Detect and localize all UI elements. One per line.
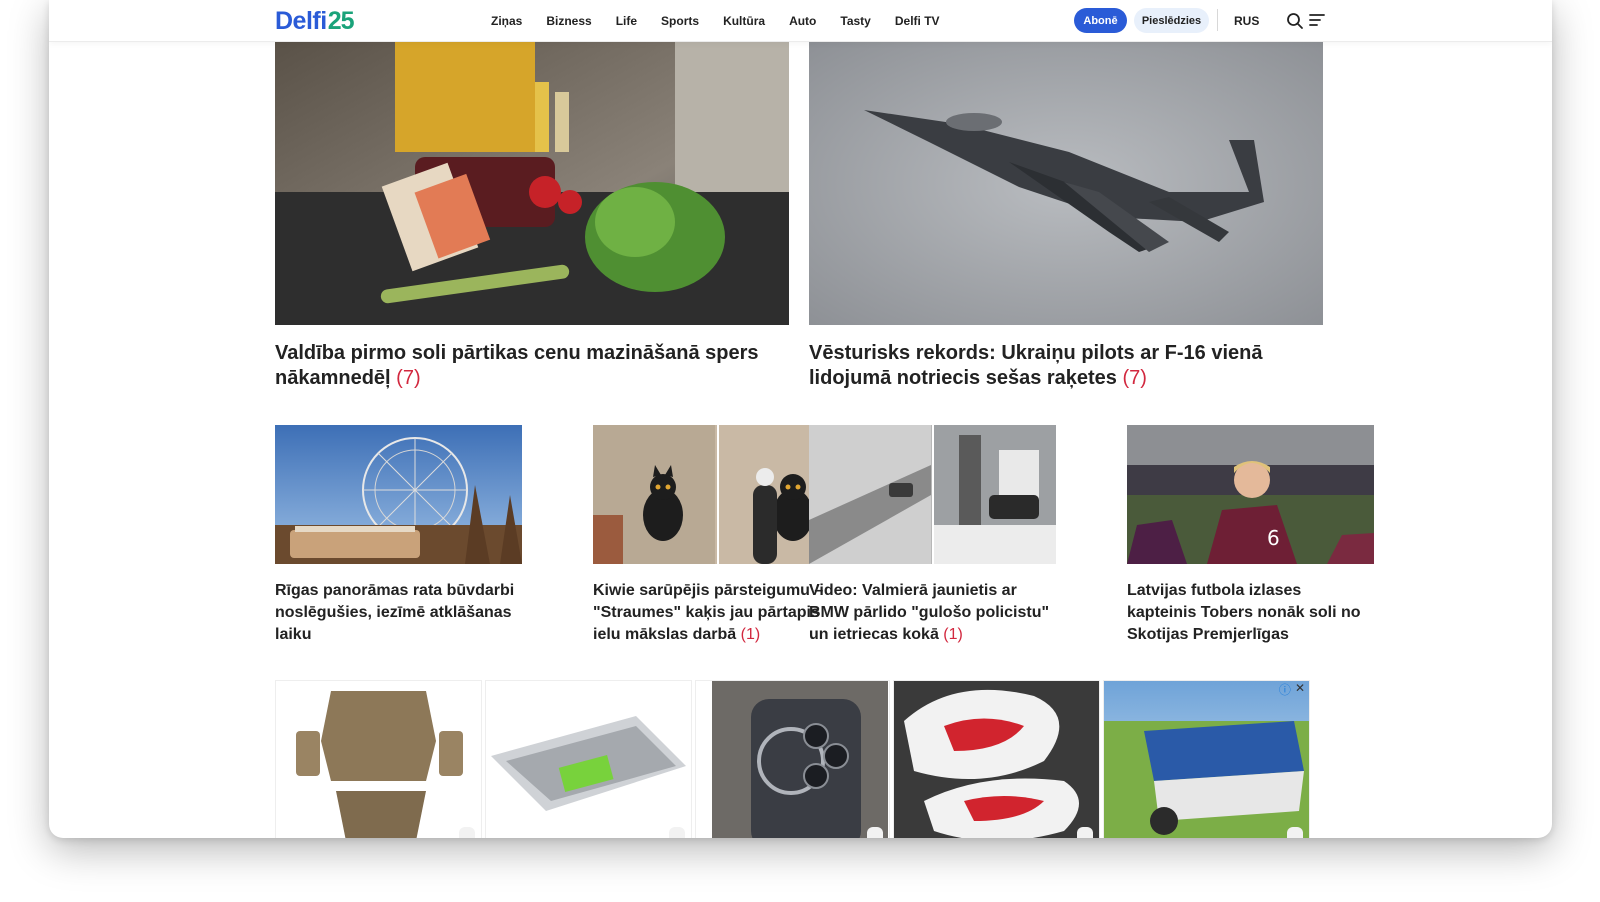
header-divider — [1217, 9, 1218, 31]
featured-image-f16[interactable] — [809, 42, 1323, 325]
menu-icon[interactable] — [1309, 12, 1325, 28]
article-title-text-2: Kiwie sarūpējis pārsteigumu – "Straumes"… — [593, 582, 824, 643]
ad-tile-shoe-insoles[interactable]: ​ — [893, 680, 1100, 838]
nav-item-bizness[interactable]: Bizness — [546, 14, 591, 28]
ad-price-tag: ​ — [1077, 827, 1093, 838]
svg-text:6: 6 — [1267, 526, 1280, 550]
nav-item-auto[interactable]: Auto — [789, 14, 816, 28]
info-icon[interactable]: ⓘ — [1279, 681, 1291, 698]
nav-item-life[interactable]: Life — [616, 14, 637, 28]
delfi-logo[interactable]: Delfi 25 — [275, 7, 354, 35]
nav-item-zinas[interactable]: Ziņas — [491, 14, 522, 28]
browser-window: Delfi 25 Ziņas Bizness Life Sports Kultū… — [49, 0, 1552, 838]
article-image-cat-mural[interactable] — [593, 425, 840, 564]
article-image-bmw-crash[interactable] — [809, 425, 1056, 564]
featured-article-title-2[interactable]: Vēsturisks rekords: Ukraiņu pilots ar F-… — [809, 341, 1319, 391]
main-nav: Ziņas Bizness Life Sports Kultūra Auto T… — [491, 0, 964, 42]
ad-price-tag: ​ — [1287, 827, 1303, 838]
featured-article-title-1[interactable]: Valdība pirmo soli pārtikas cenu mazināš… — [275, 341, 775, 391]
article-title-3[interactable]: Video: Valmierā jaunietis ar BMW pārlido… — [809, 580, 1055, 646]
ad-tile-vise[interactable]: ​ — [485, 680, 692, 838]
ad-tile-trailer[interactable]: ⓘ ✕ ​ — [1103, 680, 1310, 838]
article-title-2[interactable]: Kiwie sarūpējis pārsteigumu – "Straumes"… — [593, 580, 839, 646]
logo-text: Delfi — [275, 6, 327, 35]
nav-item-kultura[interactable]: Kultūra — [723, 14, 765, 28]
nav-item-delfi-tv[interactable]: Delfi TV — [895, 14, 940, 28]
ad-strip: ​ ​ ​ — [275, 680, 1327, 838]
ad-price-tag: ​ — [669, 827, 685, 838]
featured-title-text-2: Vēsturisks rekords: Ukraiņu pilots ar F-… — [809, 342, 1263, 389]
nav-item-tasty[interactable]: Tasty — [840, 14, 870, 28]
article-comment-count-2[interactable]: (1) — [741, 626, 761, 643]
featured-comment-count-2[interactable]: (7) — [1123, 367, 1147, 389]
search-icon[interactable] — [1286, 12, 1304, 30]
login-button[interactable]: Pieslēdzies — [1134, 8, 1209, 33]
article-title-text-1: Rīgas panorāmas rata būvdarbi noslēgušie… — [275, 582, 515, 643]
subscribe-button[interactable]: Abonē — [1074, 8, 1127, 33]
article-image-footballer[interactable]: 6 — [1127, 425, 1374, 564]
ad-tile-armor[interactable]: ​ — [275, 680, 482, 838]
site-header: Delfi 25 Ziņas Bizness Life Sports Kultū… — [49, 0, 1552, 42]
featured-comment-count-1[interactable]: (7) — [396, 367, 420, 389]
article-image-ferris-wheel[interactable] — [275, 425, 522, 564]
nav-item-sports[interactable]: Sports — [661, 14, 699, 28]
language-switch[interactable]: RUS — [1234, 14, 1259, 28]
article-title-4[interactable]: Latvijas futbola izlases kapteinis Tober… — [1127, 580, 1373, 646]
close-icon[interactable]: ✕ — [1295, 681, 1305, 698]
featured-image-groceries[interactable] — [275, 42, 789, 325]
article-title-text-3: Video: Valmierā jaunietis ar BMW pārlido… — [809, 582, 1050, 643]
logo-anniversary-number: 25 — [327, 6, 355, 35]
ad-tile-phone-case[interactable]: ​ — [695, 680, 890, 838]
article-title-text-4: Latvijas futbola izlases kapteinis Tober… — [1127, 582, 1361, 643]
article-title-1[interactable]: Rīgas panorāmas rata būvdarbi noslēgušie… — [275, 580, 521, 646]
ad-controls: ⓘ ✕ — [1279, 681, 1305, 698]
featured-title-text-1: Valdība pirmo soli pārtikas cenu mazināš… — [275, 342, 759, 389]
article-comment-count-3[interactable]: (1) — [943, 626, 963, 643]
ad-price-tag: ​ — [867, 827, 883, 838]
ad-price-tag: ​ — [459, 827, 475, 838]
